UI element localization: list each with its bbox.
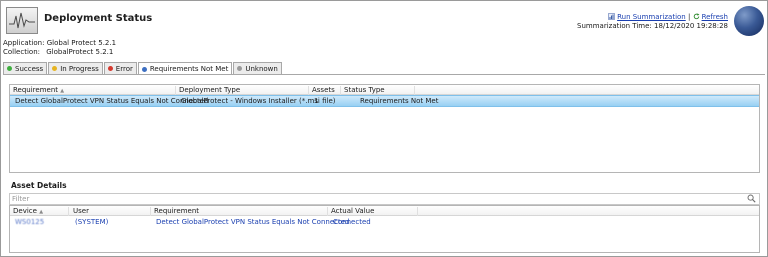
collection-label: Collection: <box>3 48 40 56</box>
run-summarization-link[interactable]: Run Summarization <box>617 13 686 21</box>
column-header-status-type[interactable]: Status Type <box>344 86 385 94</box>
sort-ascending-icon: ▲ <box>60 88 65 94</box>
column-divider[interactable] <box>150 207 151 216</box>
table-row[interactable]: Detect GlobalProtect VPN Status Equals N… <box>10 95 759 107</box>
tab-success[interactable]: Success <box>3 62 48 74</box>
column-divider[interactable] <box>414 86 415 95</box>
cell-requirement: Detect GlobalProtect VPN Status Equals N… <box>156 218 350 226</box>
column-divider[interactable] <box>417 207 418 216</box>
grid-header: Device ▲ User Requirement Actual Value <box>10 206 759 216</box>
asset-details-title: Asset Details <box>11 181 67 190</box>
table-row[interactable]: WS0125 (SYSTEM) Detect GlobalProtect VPN… <box>10 218 759 227</box>
column-divider[interactable] <box>175 86 176 95</box>
application-value: Global Protect 5.2.1 <box>46 39 117 47</box>
tab-label: In Progress <box>60 64 99 73</box>
summarization-time-label: Summarization Time: <box>577 22 652 30</box>
column-header-requirement[interactable]: Requirement <box>154 207 199 215</box>
cell-actual-value: Connected <box>333 218 371 226</box>
tab-in-progress[interactable]: In Progress <box>48 62 103 74</box>
application-label: Application: <box>3 39 45 47</box>
cell-deployment-type: GlobalProtect - Windows Installer (*.msi… <box>181 97 336 105</box>
summarization-time-value: 18/12/2020 19:28:28 <box>653 22 728 30</box>
column-header-deployment-type[interactable]: Deployment Type <box>179 86 240 94</box>
collection-line: Collection: GlobalProtect 5.2.1 <box>3 48 113 57</box>
unknown-status-icon <box>237 66 243 71</box>
application-line: Application: Global Protect 5.2.1 <box>3 39 116 48</box>
tab-unknown[interactable]: Unknown <box>233 62 282 74</box>
status-tabs: Success In Progress Error Requirements N… <box>3 62 283 75</box>
filter-input[interactable] <box>12 194 732 203</box>
column-header-requirement[interactable]: Requirement ▲ <box>13 86 64 94</box>
column-divider[interactable] <box>308 86 309 95</box>
column-divider[interactable] <box>327 207 328 216</box>
column-header-user[interactable]: User <box>73 207 89 215</box>
page-title: Deployment Status <box>44 13 153 24</box>
column-header-actual-value[interactable]: Actual Value <box>331 207 374 215</box>
error-status-icon <box>107 66 113 71</box>
tab-label: Requirements Not Met <box>149 65 229 73</box>
cell-assets: 1 <box>314 97 319 105</box>
in-progress-status-icon <box>52 66 58 71</box>
column-header-assets[interactable]: Assets <box>312 86 335 94</box>
grid-header: Requirement ▲ Deployment Type Assets Sta… <box>10 85 759 95</box>
tab-error[interactable]: Error <box>103 62 137 74</box>
tab-strip-divider <box>3 74 765 75</box>
cell-device: WS0125 <box>15 218 45 226</box>
column-divider[interactable] <box>68 207 69 216</box>
cell-requirement: Detect GlobalProtect VPN Status Equals N… <box>15 97 209 105</box>
tab-label: Success <box>15 64 44 73</box>
asset-details-grid[interactable]: Device ▲ User Requirement Actual Value W… <box>9 205 760 253</box>
filter-box <box>9 193 760 205</box>
cell-status-type: Requirements Not Met <box>360 97 439 105</box>
search-icon[interactable] <box>747 194 756 203</box>
success-status-icon <box>7 66 12 71</box>
cell-user: (SYSTEM) <box>75 218 109 226</box>
refresh-link[interactable]: Refresh <box>702 13 728 21</box>
column-header-device[interactable]: Device ▲ <box>13 207 43 215</box>
collection-value: GlobalProtect 5.2.1 <box>46 48 114 56</box>
tab-label: Unknown <box>245 64 278 73</box>
tab-label: Error <box>115 64 133 73</box>
requirements-grid[interactable]: Requirement ▲ Deployment Type Assets Sta… <box>9 84 760 173</box>
chart-monitor-icon <box>6 7 38 34</box>
config-manager-orb-icon <box>734 6 764 36</box>
run-summarization-icon <box>608 13 615 20</box>
sort-ascending-icon: ▲ <box>39 209 44 215</box>
refresh-icon <box>693 13 700 20</box>
column-divider[interactable] <box>340 86 341 95</box>
header-actions: Run Summarization | Refresh Summarizatio… <box>577 13 728 31</box>
requirements-not-met-status-icon <box>141 66 147 72</box>
link-separator: | <box>687 13 691 21</box>
